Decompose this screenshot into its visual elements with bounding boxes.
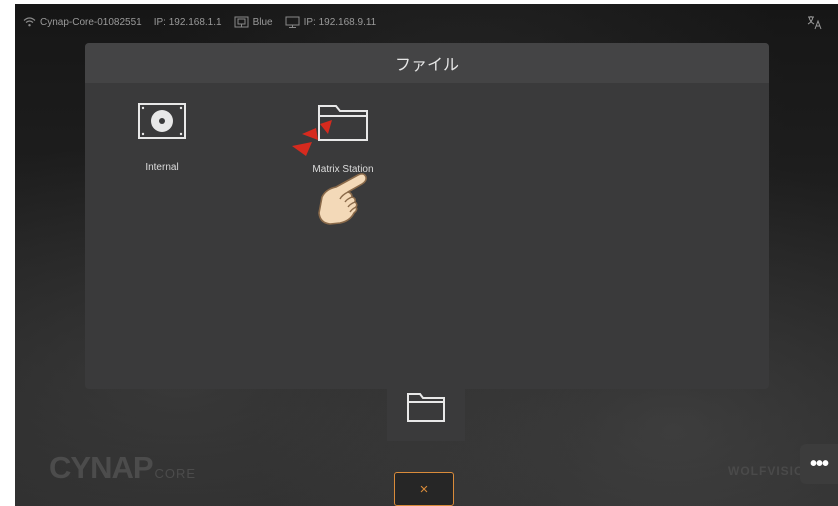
- more-menu-button[interactable]: •••: [800, 444, 838, 484]
- pointing-hand-icon: [314, 169, 376, 236]
- lan-label: Blue: [252, 16, 273, 28]
- tap-marks-icon: [290, 120, 338, 163]
- source-folder-tab[interactable]: [387, 377, 465, 441]
- status-bar: Cynap-Core-01082551 IP: 192.168.1.1 Blue…: [15, 4, 838, 40]
- screen: Cynap-Core-01082551 IP: 192.168.1.1 Blue…: [15, 4, 838, 506]
- lan-icon: [234, 16, 249, 28]
- ip-primary: IP: 192.168.1.1: [153, 16, 222, 28]
- wifi-status: Cynap-Core-01082551: [23, 17, 142, 28]
- ip-secondary: IP: 192.168.9.11: [303, 16, 377, 28]
- translate-icon[interactable]: [806, 14, 822, 35]
- file-item-internal[interactable]: Internal: [107, 102, 217, 173]
- file-item-label: Internal: [145, 162, 179, 173]
- brand-logo-left: CYNAP CORE: [49, 450, 196, 486]
- close-button[interactable]: ×: [394, 472, 454, 506]
- lan-status: Blue: [234, 16, 273, 28]
- hard-drive-icon: [107, 102, 217, 140]
- brand-name: CYNAP: [49, 450, 154, 485]
- modal-header: ファイル: [85, 43, 769, 83]
- display-status: IP: 192.168.9.11: [285, 16, 377, 28]
- monitor-icon: [285, 16, 300, 28]
- modal-title: ファイル: [394, 57, 459, 74]
- network-name: Cynap-Core-01082551: [40, 16, 142, 28]
- brand-sub: CORE: [154, 466, 197, 481]
- folder-icon: [406, 391, 446, 428]
- file-modal: ファイル Internal Matrix Station: [85, 43, 769, 389]
- wifi-icon: [23, 17, 36, 27]
